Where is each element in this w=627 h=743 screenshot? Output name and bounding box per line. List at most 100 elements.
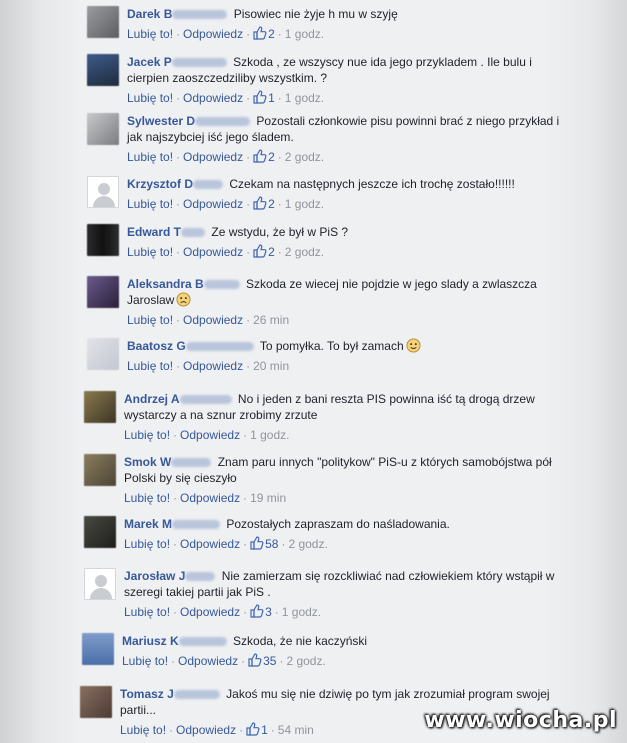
blurred-surname [179,395,232,405]
comment-time[interactable]: 1 godz. [250,428,289,442]
avatar[interactable] [84,391,116,423]
like-count[interactable]: 35 [248,653,276,668]
avatar[interactable] [84,454,116,486]
reply-button[interactable]: Odpowiedz [183,91,243,105]
comment-time[interactable]: 2 godz. [285,150,324,164]
reply-button[interactable]: Odpowiedz [183,359,243,373]
comment-time[interactable]: 54 min [278,723,314,737]
comment-author[interactable]: Tomasz J [120,687,174,701]
like-count[interactable]: 1 [246,722,268,737]
comment-author[interactable]: Jarosław J [124,569,185,583]
avatar[interactable] [87,176,119,208]
like-button[interactable]: Lubię to! [127,245,173,259]
reply-button[interactable]: Odpowiedz [183,197,243,211]
like-button[interactable]: Lubię to! [127,91,173,105]
like-button[interactable]: Lubię to! [127,313,173,327]
blurred-surname [172,520,221,530]
reply-button[interactable]: Odpowiedz [183,245,243,259]
comment-time[interactable]: 2 godz. [285,245,324,259]
like-button[interactable]: Lubię to! [124,428,170,442]
comment-actions: Lubię to! · Odpowiedz · 3 · 1 godz. [124,604,322,619]
avatar[interactable] [87,54,119,86]
comment-time[interactable]: 1 godz. [285,27,324,41]
reply-button[interactable]: Odpowiedz [180,605,240,619]
worried-face-icon [176,292,191,307]
comment-time[interactable]: 26 min [253,313,289,327]
blurred-surname [185,342,254,352]
like-button[interactable]: Lubię to! [124,605,170,619]
reply-button[interactable]: Odpowiedz [183,150,243,164]
smile-face-icon [406,338,421,353]
comment-text: Ze wstydu, że był w PiS ? [211,225,349,239]
thumbs-up-icon [246,722,260,736]
comment-text: Czekam na następnych jeszcze ich trochę … [229,177,515,191]
thumbs-up-icon [250,536,264,550]
comment-actions: Lubię to! · Odpowiedz · 19 min [124,491,287,505]
reply-button[interactable]: Odpowiedz [178,654,238,668]
comment-time[interactable]: 20 min [253,359,289,373]
avatar[interactable] [87,338,119,370]
avatar[interactable] [80,686,112,718]
like-button[interactable]: Lubię to! [127,359,173,373]
like-count[interactable]: 2 [253,244,275,259]
comment-author[interactable]: Baatosz G [127,339,186,353]
like-button[interactable]: Lubię to! [127,197,173,211]
reply-button[interactable]: Odpowiedz [180,537,240,551]
comment-time[interactable]: 2 godz. [286,654,325,668]
avatar[interactable] [87,6,119,38]
comment-author[interactable]: Marek M [124,517,172,531]
thumbs-up-icon [253,149,267,163]
comment-actions: Lubię to! · Odpowiedz · 2 · 1 godz. [127,26,325,41]
like-button[interactable]: Lubię to! [120,723,166,737]
comment-author[interactable]: Aleksandra B [127,277,204,291]
avatar[interactable] [87,113,119,145]
comment-text: Pisowiec nie żyje h mu w szyję [233,7,398,21]
site-watermark: www.wiocha.pl [424,708,617,733]
comment-time[interactable]: 2 godz. [288,537,327,551]
blurred-surname [173,690,220,700]
comment-time[interactable]: 19 min [250,491,286,505]
blurred-surname [178,637,227,647]
like-count[interactable]: 2 [253,26,275,41]
avatar[interactable] [87,224,119,256]
like-button[interactable]: Lubię to! [124,491,170,505]
avatar[interactable] [84,516,116,548]
reply-button[interactable]: Odpowiedz [183,313,243,327]
comment-author[interactable]: Smok W [124,455,171,469]
avatar[interactable] [87,276,119,308]
comment-author[interactable]: Sylwester D [127,114,195,128]
comment-author[interactable]: Darek B [127,7,172,21]
reply-button[interactable]: Odpowiedz [183,27,243,41]
comment-time[interactable]: 1 godz. [285,91,324,105]
like-count[interactable]: 2 [253,196,275,211]
comment-author[interactable]: Krzysztof D [127,177,193,191]
comment-actions: Lubię to! · Odpowiedz · 2 · 2 godz. [127,244,325,259]
comment-author[interactable]: Jacek P [127,55,172,69]
comment-author[interactable]: Edward T [127,225,181,239]
avatar[interactable] [82,633,114,665]
comment-actions: Lubię to! · Odpowiedz · 1 godz. [124,428,290,442]
blurred-surname [171,458,212,468]
thumbs-up-icon [253,244,267,258]
blurred-surname [171,58,227,68]
reply-button[interactable]: Odpowiedz [180,428,240,442]
reply-button[interactable]: Odpowiedz [176,723,236,737]
like-count[interactable]: 2 [253,149,275,164]
like-button[interactable]: Lubię to! [124,537,170,551]
like-button[interactable]: Lubię to! [127,27,173,41]
comment-author[interactable]: Andrzej A [124,392,180,406]
comment-author[interactable]: Mariusz K [122,634,179,648]
like-button[interactable]: Lubię to! [127,150,173,164]
comment-actions: Lubię to! · Odpowiedz · 35 · 2 godz. [122,653,326,668]
like-count[interactable]: 58 [250,536,278,551]
comment-time[interactable]: 1 godz. [285,197,324,211]
comment-time[interactable]: 1 godz. [282,605,321,619]
like-count[interactable]: 1 [253,90,275,105]
reply-button[interactable]: Odpowiedz [180,491,240,505]
comment-actions: Lubię to! · Odpowiedz · 20 min [127,359,290,373]
like-button[interactable]: Lubię to! [122,654,168,668]
blurred-surname [195,117,251,127]
thumbs-up-icon [253,26,267,40]
avatar[interactable] [84,568,116,600]
like-count[interactable]: 3 [250,604,272,619]
